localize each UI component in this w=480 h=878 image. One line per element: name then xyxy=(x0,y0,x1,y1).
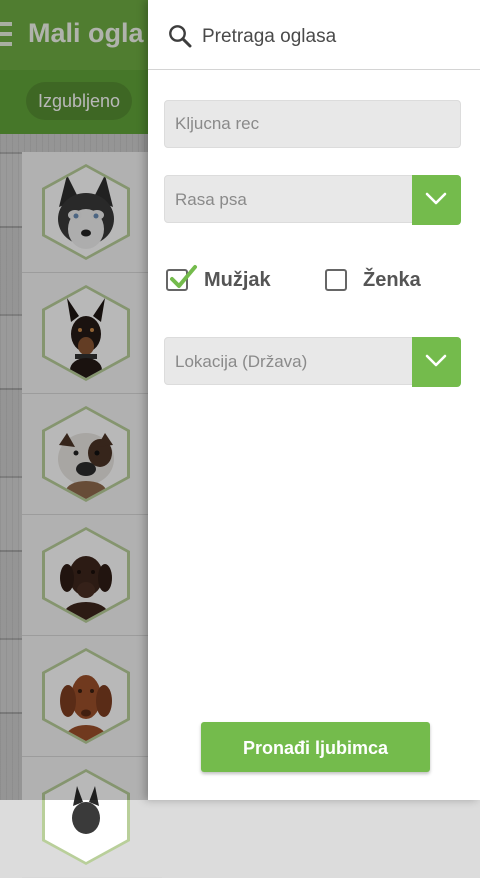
location-select-value: Lokacija (Država) xyxy=(175,352,308,371)
checkbox-box[interactable] xyxy=(166,265,197,291)
checkmark-icon xyxy=(170,265,197,288)
breed-select-value: Rasa psa xyxy=(175,190,247,209)
keyword-field[interactable] xyxy=(164,100,461,148)
drawer-title: Pretraga oglasa xyxy=(202,26,337,47)
drawer-header: Pretraga oglasa xyxy=(148,0,480,70)
find-pet-button[interactable]: Pronađi ljubimca xyxy=(201,722,430,772)
chevron-down-icon xyxy=(425,354,447,367)
location-select[interactable]: Lokacija (Država) xyxy=(164,337,461,387)
search-icon xyxy=(169,25,192,48)
location-dropdown-button[interactable] xyxy=(412,337,461,387)
checkbox-box[interactable] xyxy=(325,269,347,291)
gender-female-label: Ženka xyxy=(363,268,421,291)
chevron-down-icon xyxy=(425,192,447,205)
search-drawer: Pretraga oglasa Rasa psa Mužjak Ženka Lo… xyxy=(148,0,480,800)
gender-male-label: Mužjak xyxy=(204,268,271,291)
gender-male-checkbox[interactable]: Mužjak xyxy=(166,265,271,295)
gender-female-checkbox[interactable]: Ženka xyxy=(325,265,421,295)
breed-select[interactable]: Rasa psa xyxy=(164,175,461,225)
keyword-input[interactable] xyxy=(165,101,460,147)
breed-dropdown-button[interactable] xyxy=(412,175,461,225)
